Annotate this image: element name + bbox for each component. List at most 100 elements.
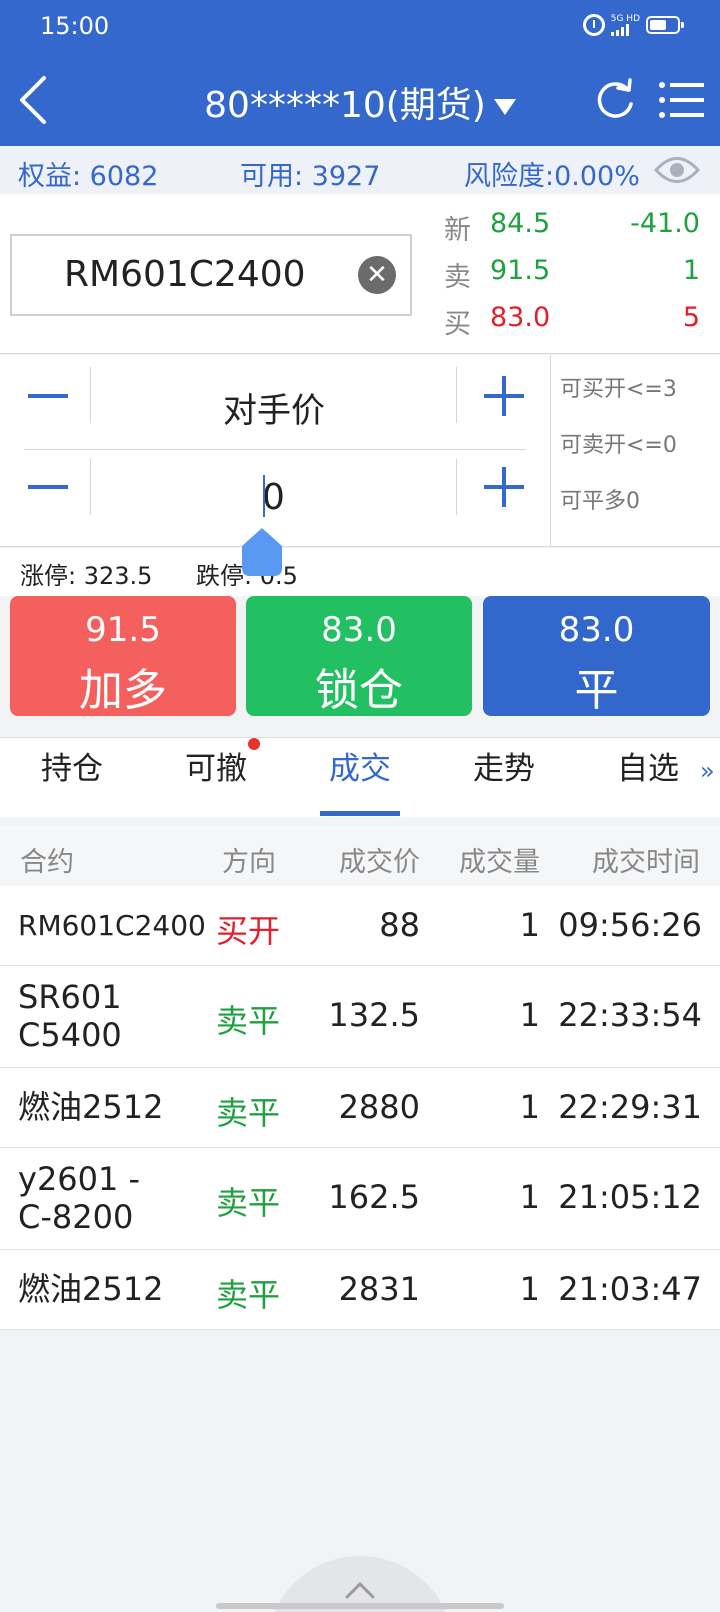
home-indicator	[216, 1603, 504, 1609]
trade-time: 22:33:54	[558, 996, 702, 1034]
text-caret	[263, 475, 265, 517]
trade-qty: 1	[519, 1088, 540, 1126]
trade-price: 2880	[338, 1088, 420, 1126]
tab-watchlist[interactable]: 自选	[576, 738, 720, 818]
price-change: -41.0	[630, 208, 700, 239]
price-type[interactable]: 对手价	[92, 383, 456, 432]
network-label: 5G HD	[610, 14, 640, 24]
upper-limit: 涨停: 323.5	[20, 562, 153, 590]
trade-time: 22:29:31	[558, 1088, 702, 1126]
trade-time: 21:03:47	[558, 1270, 702, 1308]
status-icons: 5G HD	[582, 14, 684, 36]
contract-input[interactable]: RM601C2400 ✕	[10, 234, 412, 316]
close-position-button[interactable]: 83.0 平	[483, 596, 710, 716]
tab-trades[interactable]: 成交	[288, 738, 432, 818]
refresh-icon	[597, 78, 633, 118]
last-price: 84.5	[490, 208, 551, 239]
quantity-input[interactable]: 0	[262, 477, 285, 518]
quote-ask-row: 卖 91.5 1	[444, 255, 706, 295]
quote-label: 买	[444, 309, 471, 340]
add-long-label: 加多	[79, 665, 167, 716]
table-header: 合约 方向 成交价 成交量 成交时间	[0, 826, 720, 886]
cursor-handle-icon[interactable]	[242, 528, 282, 576]
refresh-button[interactable]	[594, 78, 636, 122]
lock-label: 锁仓	[315, 665, 403, 716]
trade-direction: 卖平	[216, 1276, 281, 1314]
add-long-button[interactable]: 91.5 加多	[10, 596, 236, 716]
lock-position-button[interactable]: 83.0 锁仓	[246, 596, 472, 716]
trade-time: 09:56:26	[558, 906, 702, 944]
quote-label: 新	[444, 215, 471, 246]
trade-contract: 燃油2512	[18, 1270, 164, 1308]
trade-contract: y2601 -C-8200	[18, 1160, 141, 1236]
trade-qty: 1	[519, 996, 540, 1034]
menu-button[interactable]	[658, 80, 704, 120]
trade-price: 132.5	[328, 996, 420, 1034]
trade-price: 162.5	[328, 1178, 420, 1216]
close-label: 平	[574, 665, 619, 716]
header-contract: 合约	[20, 847, 74, 878]
price-minus-button[interactable]	[28, 394, 68, 398]
close-price: 83.0	[558, 610, 635, 650]
quote-last-row: 新 84.5 -41.0	[444, 208, 706, 248]
trade-qty: 1	[519, 1270, 540, 1308]
tab-bar: 持仓 可撤 成交 走势 自选	[0, 737, 720, 817]
quote-label: 卖	[444, 262, 471, 293]
trade-direction: 卖平	[216, 1184, 281, 1222]
visibility-toggle[interactable]	[653, 151, 701, 189]
header-time: 成交时间	[592, 847, 700, 878]
trade-direction: 买开	[216, 912, 281, 950]
signal-icon: 5G HD	[610, 14, 640, 36]
table-row[interactable]: 燃油2512 卖平 2880 1 22:29:31	[0, 1068, 720, 1148]
clear-icon[interactable]: ✕	[358, 256, 396, 294]
table-row[interactable]: SR601 C5400 卖平 132.5 1 22:33:54	[0, 966, 720, 1068]
risk-value: 风险度:0.00%	[464, 161, 640, 192]
trade-contract: 燃油2512	[18, 1088, 164, 1126]
trade-price: 2831	[338, 1270, 420, 1308]
can-buy-open: 可买开<=3	[560, 377, 677, 402]
add-long-price: 91.5	[85, 610, 161, 650]
account-summary-bar: 权益: 6082 可用: 3927 风险度:0.00%	[0, 146, 720, 194]
header-direction: 方向	[222, 847, 276, 878]
order-panel: 对手价 0 可买开<=3 可卖开<=0 可平多0	[0, 355, 720, 547]
trade-qty: 1	[519, 906, 540, 944]
tab-trend[interactable]: 走势	[432, 738, 576, 818]
header-qty: 成交量	[459, 847, 540, 878]
tab-cancelable[interactable]: 可撤	[144, 738, 288, 818]
tabs-more-icon[interactable]: »	[700, 757, 715, 785]
tab-positions[interactable]: 持仓	[0, 738, 144, 818]
bid-price: 83.0	[490, 302, 551, 333]
can-close-long: 可平多0	[560, 489, 640, 514]
trade-qty: 1	[519, 1178, 540, 1216]
trade-price: 88	[379, 906, 420, 944]
trade-direction: 卖平	[216, 1094, 281, 1132]
dropdown-triangle-icon	[493, 99, 516, 115]
ask-volume: 1	[682, 255, 700, 286]
table-row[interactable]: RM601C2400 买开 88 1 09:56:26	[0, 886, 720, 966]
equity-value: 权益: 6082	[18, 161, 159, 192]
bid-volume: 5	[682, 302, 700, 333]
can-sell-open: 可卖开<=0	[560, 433, 677, 458]
table-row[interactable]: y2601 -C-8200 卖平 162.5 1 21:05:12	[0, 1148, 720, 1250]
price-plus-button[interactable]	[484, 376, 524, 416]
eye-icon	[653, 157, 701, 183]
list-menu-icon	[659, 82, 704, 118]
quote-bid-row: 买 83.0 5	[444, 302, 706, 342]
header-price: 成交价	[339, 847, 420, 878]
qty-minus-button[interactable]	[28, 485, 68, 489]
contract-code: RM601C2400	[64, 254, 306, 295]
trade-time: 21:05:12	[558, 1178, 702, 1216]
trade-direction: 卖平	[216, 1002, 281, 1040]
account-number: 80*****10(期货)	[204, 85, 486, 126]
battery-icon	[646, 16, 684, 34]
table-row[interactable]: 燃油2512 卖平 2831 1 21:03:47	[0, 1250, 720, 1330]
available-value: 可用: 3927	[240, 161, 381, 192]
ask-price: 91.5	[490, 255, 551, 286]
app-header: 15:00 5G HD 80*****10(期货)	[0, 0, 720, 146]
qty-plus-button[interactable]	[484, 467, 524, 507]
trade-contract: SR601 C5400	[18, 978, 122, 1054]
trade-contract: RM601C2400	[18, 909, 206, 942]
notification-dot	[248, 738, 260, 750]
status-time: 15:00	[40, 12, 110, 40]
chevron-up-icon	[345, 1582, 375, 1599]
